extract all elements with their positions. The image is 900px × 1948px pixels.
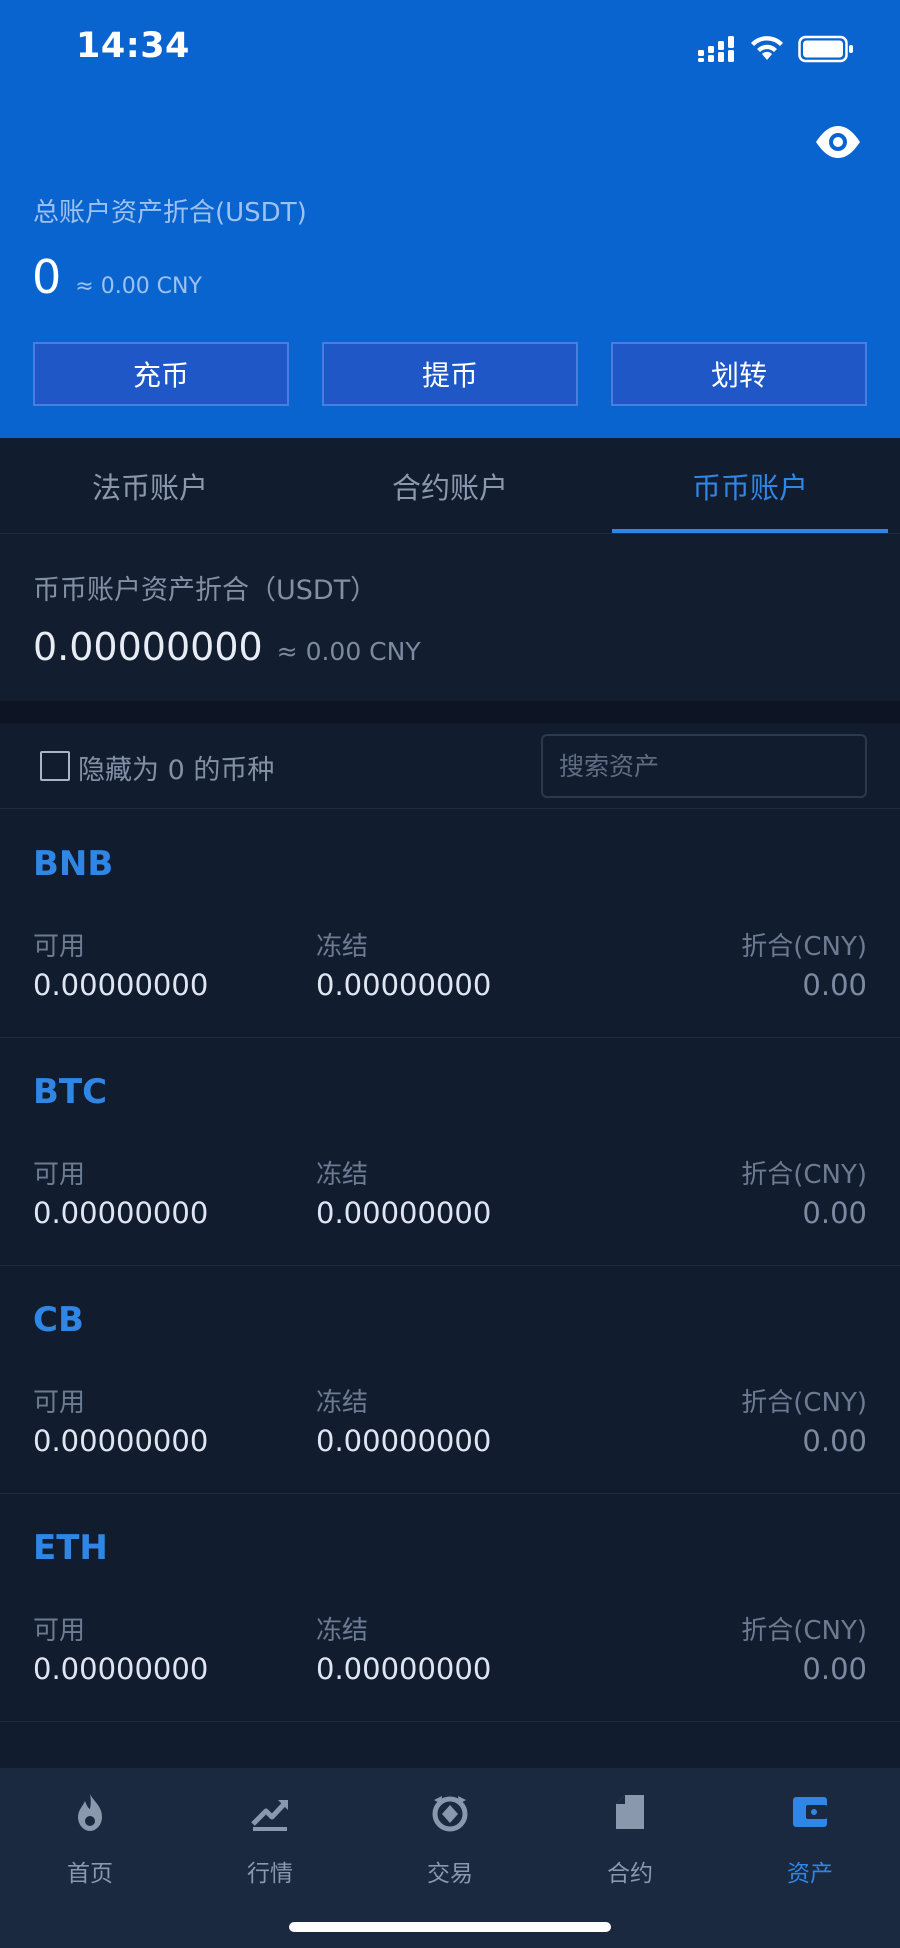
spot-assets-cny: ≈ 0.00 CNY xyxy=(276,637,421,666)
list-item[interactable]: BNB 可用 冻结 折合(CNY) 0.00000000 0.00000000 … xyxy=(0,810,900,1038)
total-assets-value: 0 xyxy=(32,250,62,304)
asset-symbol: BNB xyxy=(33,844,114,884)
wallet-icon xyxy=(793,1797,827,1827)
nav-label: 首页 xyxy=(67,1861,113,1887)
asset-list: BNB 可用 冻结 折合(CNY) 0.00000000 0.00000000 … xyxy=(0,810,900,1768)
battery-icon xyxy=(798,35,853,63)
flame-icon xyxy=(78,1794,102,1831)
bottom-nav: 首页 行情 交易 合约 资产 xyxy=(0,1768,900,1948)
section-divider xyxy=(0,701,900,723)
frozen-label: 冻结 xyxy=(316,1388,369,1418)
frozen-label: 冻结 xyxy=(316,932,369,962)
total-assets-cny: ≈ 0.00 CNY xyxy=(75,274,202,299)
spot-assets-label: 币币账户资产折合（USDT） xyxy=(33,575,378,606)
tab-fiat-account[interactable]: 法币账户 xyxy=(0,438,300,533)
transfer-button[interactable]: 划转 xyxy=(611,342,867,406)
cny-label: 折合(CNY) xyxy=(741,932,867,962)
eye-icon[interactable] xyxy=(814,118,862,166)
spot-assets-value: 0.00000000 xyxy=(33,625,263,669)
available-value: 0.00000000 xyxy=(33,1424,209,1458)
nav-assets[interactable]: 资产 xyxy=(720,1768,900,1948)
total-assets-row: 0 ≈ 0.00 CNY xyxy=(32,250,202,304)
home-indicator xyxy=(289,1922,611,1932)
spot-account-summary: 币币账户资产折合（USDT） 0.00000000 ≈ 0.00 CNY xyxy=(0,535,900,701)
frozen-value: 0.00000000 xyxy=(316,1652,492,1686)
cny-value: 0.00 xyxy=(802,1424,867,1458)
cny-label: 折合(CNY) xyxy=(741,1616,867,1646)
cny-value: 0.00 xyxy=(802,1196,867,1230)
tab-contract-account[interactable]: 合约账户 xyxy=(300,438,600,533)
available-label: 可用 xyxy=(33,932,86,962)
nav-label: 资产 xyxy=(787,1861,833,1887)
spot-assets-row: 0.00000000 ≈ 0.00 CNY xyxy=(33,625,421,669)
nav-label: 交易 xyxy=(427,1861,473,1887)
frozen-label: 冻结 xyxy=(316,1616,369,1646)
deposit-button[interactable]: 充币 xyxy=(33,342,289,406)
tab-spot-account[interactable]: 币币账户 xyxy=(600,438,900,533)
cny-label: 折合(CNY) xyxy=(741,1388,867,1418)
withdraw-button[interactable]: 提币 xyxy=(322,342,578,406)
available-value: 0.00000000 xyxy=(33,968,209,1002)
nav-home[interactable]: 首页 xyxy=(0,1768,180,1948)
nav-contract[interactable]: 合约 xyxy=(540,1768,720,1948)
cny-value: 0.00 xyxy=(802,968,867,1002)
total-assets-label: 总账户资产折合(USDT) xyxy=(33,198,307,228)
asset-symbol: BTC xyxy=(33,1072,108,1112)
status-icons xyxy=(698,32,854,66)
available-value: 0.00000000 xyxy=(33,1652,209,1686)
nav-market[interactable]: 行情 xyxy=(180,1768,360,1948)
nav-label: 合约 xyxy=(607,1861,653,1887)
exchange-icon xyxy=(432,1796,468,1832)
list-item[interactable]: ETH 可用 冻结 折合(CNY) 0.00000000 0.00000000 … xyxy=(0,1494,900,1722)
frozen-value: 0.00000000 xyxy=(316,1424,492,1458)
asset-filter-bar: 隐藏为 0 的币种 xyxy=(0,723,900,809)
cny-value: 0.00 xyxy=(802,1652,867,1686)
list-item[interactable]: BTC 可用 冻结 折合(CNY) 0.00000000 0.00000000 … xyxy=(0,1038,900,1266)
nav-label: 行情 xyxy=(247,1861,293,1887)
action-buttons: 充币 提币 划转 xyxy=(33,342,867,406)
frozen-label: 冻结 xyxy=(316,1160,369,1190)
asset-header: 14:34 总账户资产折合(USDT) 0 ≈ 0.00 CNY 充币 提币 划… xyxy=(0,0,900,438)
hide-zero-checkbox[interactable] xyxy=(40,751,70,781)
list-item[interactable]: CB 可用 冻结 折合(CNY) 0.00000000 0.00000000 0… xyxy=(0,1266,900,1494)
asset-search-input[interactable] xyxy=(541,734,867,798)
available-label: 可用 xyxy=(33,1160,86,1190)
available-label: 可用 xyxy=(33,1388,86,1418)
cny-label: 折合(CNY) xyxy=(741,1160,867,1190)
hide-zero-label[interactable]: 隐藏为 0 的币种 xyxy=(78,748,274,787)
signal-icon xyxy=(698,36,734,62)
asset-symbol: ETH xyxy=(33,1528,108,1568)
frozen-value: 0.00000000 xyxy=(316,968,492,1002)
chart-icon xyxy=(251,1800,288,1831)
nav-trade[interactable]: 交易 xyxy=(360,1768,540,1948)
frozen-value: 0.00000000 xyxy=(316,1196,492,1230)
asset-symbol: CB xyxy=(33,1300,84,1340)
contract-icon xyxy=(616,1795,644,1829)
status-time: 14:34 xyxy=(76,26,190,66)
available-value: 0.00000000 xyxy=(33,1196,209,1230)
wifi-icon xyxy=(751,36,783,60)
account-tabs: 法币账户 合约账户 币币账户 xyxy=(0,438,900,534)
available-label: 可用 xyxy=(33,1616,86,1646)
